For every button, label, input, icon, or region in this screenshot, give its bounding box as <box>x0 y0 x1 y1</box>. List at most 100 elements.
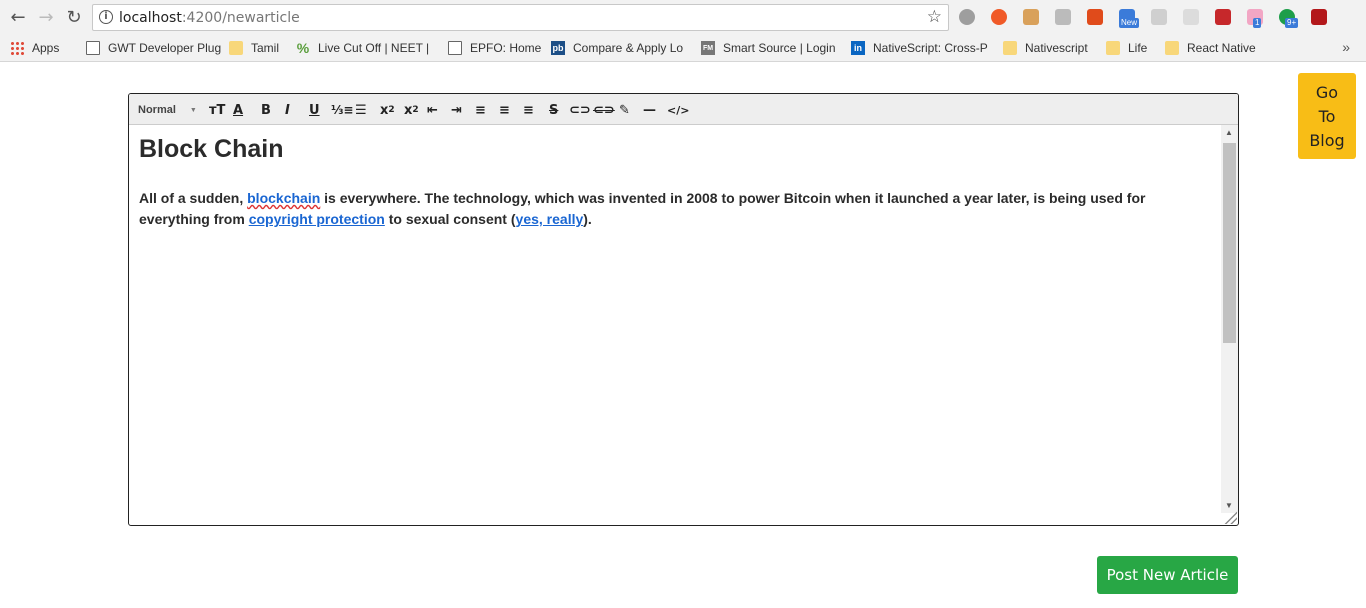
paragraph-text: All of a sudden, <box>139 190 248 206</box>
indent-increase-icon[interactable]: ⇥ <box>451 101 462 119</box>
italic-icon[interactable]: I <box>285 101 290 119</box>
bookmark-item[interactable]: pb Compare & Apply Lo <box>551 40 683 56</box>
bookmark-label: Apps <box>32 41 60 55</box>
format-select-label: Normal <box>138 104 176 116</box>
article-heading: Block Chain <box>139 135 284 163</box>
align-right-icon[interactable]: ≡ <box>523 101 534 119</box>
bookmark-label: NativeScript: Cross-P <box>873 41 988 55</box>
ext-new-icon[interactable]: New <box>1119 9 1140 28</box>
post-new-article-button[interactable]: Post New Article <box>1097 556 1238 594</box>
folder-icon <box>1165 41 1179 55</box>
bookmark-item[interactable]: in NativeScript: Cross-P <box>851 40 988 56</box>
extension-badge: New <box>1119 18 1140 28</box>
bookmark-label: React Native <box>1187 41 1256 55</box>
bookmark-item[interactable]: Apps <box>10 40 59 56</box>
ordered-list-icon[interactable]: ⅓≡ <box>331 101 353 119</box>
ext-doc-icon[interactable] <box>1151 9 1167 25</box>
address-bar[interactable]: i localhost:4200/newarticle ☆ <box>92 4 949 31</box>
fm-icon: FM <box>701 41 715 55</box>
go-to-blog-line: To <box>1318 107 1336 126</box>
code-view-icon[interactable]: </> <box>667 101 689 119</box>
align-center-icon[interactable]: ≡ <box>499 101 510 119</box>
ext-cookie-icon[interactable] <box>1023 9 1039 25</box>
scroll-down-icon[interactable]: ▼ <box>1225 501 1233 510</box>
clear-format-icon[interactable]: ✎ <box>619 101 630 119</box>
bookmark-item[interactable]: Nativescript <box>1003 40 1088 56</box>
dropdown-arrow-icon: ▼ <box>189 106 197 114</box>
bookmark-label: Compare & Apply Lo <box>573 41 684 55</box>
ext-red-icon[interactable] <box>1215 9 1231 25</box>
bookmark-label: Nativescript <box>1025 41 1088 55</box>
subscript-icon[interactable]: x2 <box>380 101 395 119</box>
bookmark-label: GWT Developer Plug <box>108 41 222 55</box>
bookmark-label: Smart Source | Login <box>723 41 836 55</box>
resize-handle-icon[interactable] <box>1223 510 1237 524</box>
page-icon <box>86 41 100 55</box>
bookmark-item[interactable]: % Live Cut Off | NEET | <box>296 40 429 56</box>
url-host: localhost <box>119 10 182 26</box>
ext-orange-icon[interactable] <box>991 9 1007 25</box>
ext-office-icon[interactable] <box>1087 9 1103 25</box>
go-to-blog-line: Blog <box>1309 131 1345 150</box>
text-size-icon[interactable]: тT <box>209 101 225 119</box>
bookmark-label: Life <box>1128 41 1148 55</box>
unlink-icon[interactable]: ⊂⊃ <box>593 101 615 119</box>
rich-text-editor: Normal ▼ тT A B I U ⅓≡ ☰ x2 x2 ⇤ ⇥ ≡ ≡ ≡ … <box>128 93 1239 526</box>
url-path: :4200/newarticle <box>181 10 300 26</box>
ext-pdf-icon[interactable] <box>1311 9 1327 25</box>
pct-icon: % <box>296 40 310 56</box>
bookmarks-more-icon[interactable]: » <box>1342 39 1350 55</box>
info-icon[interactable]: i <box>99 10 113 24</box>
bookmark-star-icon[interactable]: ☆ <box>927 7 942 27</box>
back-icon[interactable]: ← <box>6 5 30 29</box>
yes-really-link[interactable]: yes, really <box>516 211 584 227</box>
strikethrough-icon[interactable]: S <box>549 101 558 119</box>
bold-icon[interactable]: B <box>261 101 271 119</box>
browser-toolbar: ← → ↻ i localhost:4200/newarticle ☆ New 1… <box>0 0 1366 34</box>
pb-icon: pb <box>551 41 565 55</box>
horizontal-rule-icon[interactable]: — <box>643 101 656 119</box>
link-icon[interactable]: ⊂⊃ <box>569 101 591 119</box>
bookmark-item[interactable]: GWT Developer Plug <box>86 40 221 56</box>
paragraph-text: ). <box>583 211 592 227</box>
editor-content[interactable]: Block Chain All of a sudden, blockchain … <box>129 125 1221 525</box>
scroll-up-icon[interactable]: ▲ <box>1225 128 1233 137</box>
url-text[interactable]: localhost:4200/newarticle <box>119 10 300 26</box>
bookmark-label: Live Cut Off | NEET | <box>318 41 430 55</box>
bookmark-item[interactable]: Tamil <box>229 40 279 56</box>
forward-icon[interactable]: → <box>34 5 58 29</box>
ext-puzzle-icon[interactable] <box>1183 9 1199 25</box>
bookmark-item[interactable]: React Native <box>1165 40 1256 56</box>
blockchain-link[interactable]: blockchain <box>247 190 320 206</box>
bookmark-label: EPFO: Home <box>470 41 542 55</box>
underline-icon[interactable]: U <box>309 101 320 119</box>
bookmark-item[interactable]: Life <box>1106 40 1147 56</box>
format-select[interactable]: Normal ▼ <box>138 101 197 119</box>
extension-badge: 9+ <box>1285 18 1299 28</box>
superscript-icon[interactable]: x2 <box>404 101 419 119</box>
bookmark-item[interactable]: FM Smart Source | Login <box>701 40 836 56</box>
page-icon <box>448 41 462 55</box>
editor-toolbar: Normal ▼ тT A B I U ⅓≡ ☰ x2 x2 ⇤ ⇥ ≡ ≡ ≡ … <box>129 94 1238 125</box>
copyright-protection-link[interactable]: copyright protection <box>249 211 385 227</box>
ext-pink-icon[interactable]: 1 <box>1247 9 1263 28</box>
folder-icon <box>1003 41 1017 55</box>
extension-badge: 1 <box>1253 18 1262 28</box>
folder-icon <box>1106 41 1120 55</box>
paragraph-text: to sexual consent ( <box>384 211 516 227</box>
scroll-thumb[interactable] <box>1223 143 1236 343</box>
go-to-blog-button[interactable]: Go To Blog <box>1298 73 1356 159</box>
ext-green-icon[interactable]: 9+ <box>1279 9 1299 28</box>
unordered-list-icon[interactable]: ☰ <box>355 101 367 119</box>
go-to-blog-line: Go <box>1315 83 1339 102</box>
article-paragraph: All of a sudden, blockchain is everywher… <box>139 188 1211 230</box>
ext-tag-icon[interactable] <box>1055 9 1071 25</box>
editor-scrollbar[interactable]: ▲ ▼ <box>1221 125 1238 513</box>
bookmark-item[interactable]: EPFO: Home <box>448 40 541 56</box>
ext-gray-icon[interactable] <box>959 9 975 25</box>
font-color-icon[interactable]: A <box>233 101 243 119</box>
bookmarks-bar: Apps GWT Developer Plug Tamil% Live Cut Off… <box>0 34 1366 62</box>
indent-decrease-icon[interactable]: ⇤ <box>427 101 438 119</box>
align-left-icon[interactable]: ≡ <box>475 101 486 119</box>
reload-icon[interactable]: ↻ <box>62 5 86 29</box>
